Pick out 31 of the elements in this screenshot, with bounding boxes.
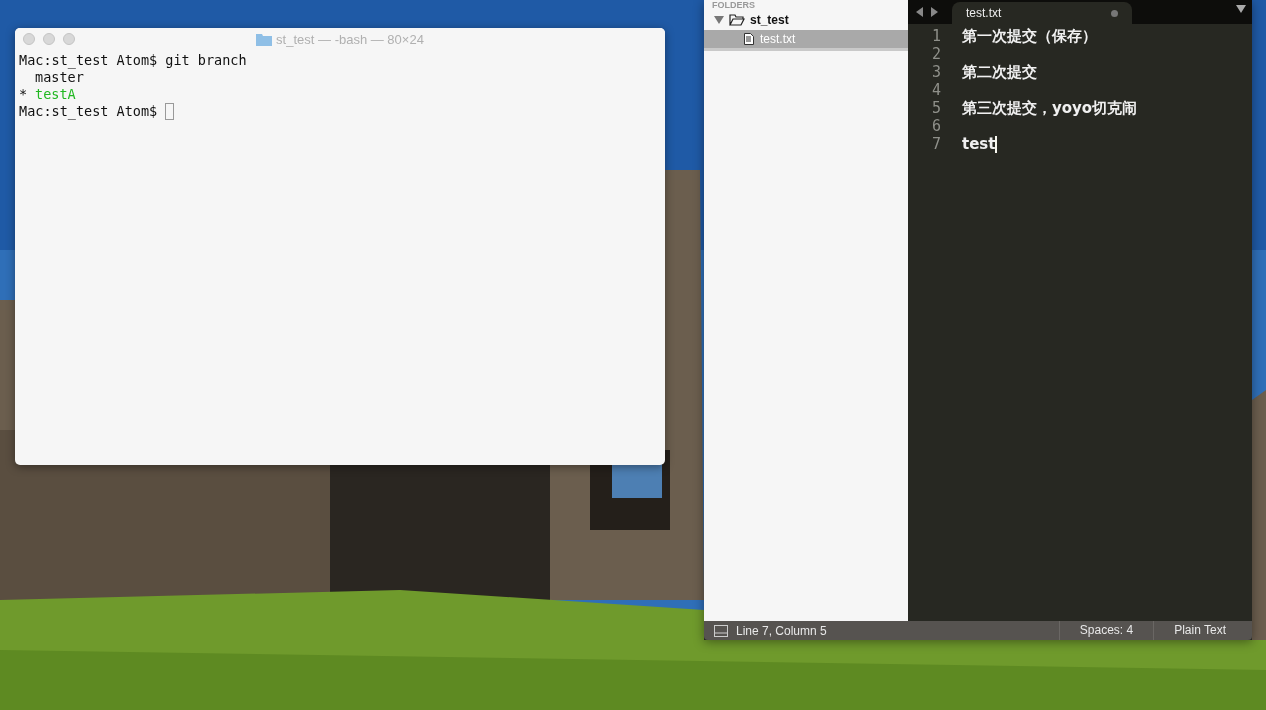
terminal-line: Mac:st_test Atom$ git branch bbox=[19, 52, 247, 69]
code-line: test bbox=[962, 135, 996, 153]
line-number: 3 bbox=[930, 63, 941, 81]
code-line: 第二次提交 bbox=[962, 62, 1037, 82]
cursor-position: Line 7, Column 5 bbox=[736, 623, 828, 638]
code-line: 第三次提交，yoyo切克闹 bbox=[962, 98, 1138, 118]
line-number: 4 bbox=[930, 81, 941, 99]
folder-icon bbox=[729, 14, 745, 26]
line-number: 6 bbox=[930, 117, 941, 135]
panel-icon[interactable] bbox=[714, 624, 728, 637]
branch-name: testA bbox=[35, 86, 76, 103]
indentation-setting[interactable]: Spaces: 4 bbox=[1058, 621, 1154, 640]
code-line: 第一次提交（保存） bbox=[962, 26, 1097, 46]
folder-name[interactable]: st_test bbox=[750, 13, 789, 27]
line-number: 7 bbox=[930, 135, 941, 153]
sidebar-header: FOLDERS bbox=[711, 0, 756, 10]
syntax-setting[interactable]: Plain Text bbox=[1153, 621, 1252, 640]
disclosure-icon[interactable] bbox=[714, 15, 724, 25]
line-number: 5 bbox=[930, 99, 941, 117]
dropdown-icon[interactable] bbox=[1236, 5, 1246, 13]
file-icon bbox=[744, 33, 754, 45]
line-number: 2 bbox=[930, 45, 941, 63]
line-number: 1 bbox=[930, 27, 941, 45]
window-title: st_test — -bash — 80×24 bbox=[276, 31, 424, 47]
forward-icon[interactable] bbox=[930, 7, 938, 17]
folder-icon bbox=[256, 32, 273, 46]
back-icon[interactable] bbox=[916, 7, 924, 17]
file-tab[interactable]: test.txt bbox=[952, 2, 1132, 24]
branch-name: master bbox=[35, 69, 84, 86]
current-branch-marker: * bbox=[19, 86, 29, 103]
terminal-line: Mac:st_test Atom$ bbox=[19, 103, 158, 120]
